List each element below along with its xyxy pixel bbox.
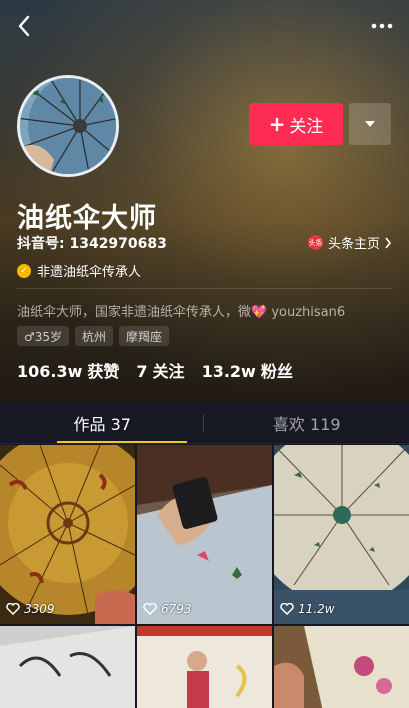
recommend-dropdown-button[interactable] xyxy=(349,103,391,145)
following-count: 7 xyxy=(136,362,148,381)
likes-stat: 106.3w 获赞 xyxy=(17,358,119,382)
verification-text: 非遗油纸伞传承人 xyxy=(37,265,142,280)
video-thumbnail[interactable]: 11.2w xyxy=(274,445,409,624)
chevron-left-icon xyxy=(18,15,30,37)
profile-stats: 106.3w 获赞 7 关注 13.2w 粉丝 xyxy=(17,358,293,382)
video-likes: 3309 xyxy=(6,602,55,616)
back-button[interactable] xyxy=(10,12,38,40)
performer-umbrella-thumbnail-image xyxy=(137,626,272,708)
following-label: 关注 xyxy=(152,362,185,381)
more-dots-icon xyxy=(371,23,393,29)
video-likes-count: 6793 xyxy=(161,602,192,616)
follow-button-label: 关注 xyxy=(289,116,324,137)
sparkling-heart-icon: 💖 xyxy=(251,305,268,320)
bio-suffix: youzhisan6 xyxy=(267,305,346,320)
verified-badge-icon: ✓ xyxy=(17,263,31,278)
heart-outline-icon xyxy=(143,603,157,615)
video-likes: 6793 xyxy=(143,602,192,616)
video-thumbnail[interactable]: 6793 xyxy=(137,445,272,624)
fans-stat[interactable]: 13.2w 粉丝 xyxy=(202,358,293,382)
painting-umbrella-thumbnail-image xyxy=(137,445,272,624)
toutiao-logo-icon: 头条 xyxy=(307,235,323,250)
video-likes: 11.2w xyxy=(280,602,335,616)
tag-zodiac: 摩羯座 xyxy=(119,326,170,346)
divider xyxy=(17,288,392,289)
fans-count: 13.2w xyxy=(201,362,256,381)
profile-tags: ♂35岁 杭州 摩羯座 xyxy=(17,326,170,346)
douyin-id: 抖音号: 1342970683 xyxy=(17,236,167,252)
avatar[interactable] xyxy=(17,75,119,177)
heart-outline-icon xyxy=(280,603,294,615)
bio-prefix: 油纸伞大师，国家非遗油纸伞传承人，微 xyxy=(17,305,252,320)
chevron-right-icon xyxy=(385,237,392,248)
umbrella-thumbnail-image xyxy=(0,445,135,624)
following-stat[interactable]: 7 关注 xyxy=(136,358,184,382)
toutiao-link-label: 头条主页 xyxy=(327,237,380,252)
video-thumbnail[interactable] xyxy=(137,626,272,708)
white-umbrella-thumbnail-image xyxy=(274,445,409,624)
umbrella-avatar-image xyxy=(20,78,116,174)
more-options-button[interactable] xyxy=(369,14,395,38)
ink-umbrella-thumbnail-image xyxy=(0,626,135,708)
verification-row: ✓ 非遗油纸伞传承人 xyxy=(17,261,141,280)
plus-icon: + xyxy=(268,112,286,136)
triangle-down-icon xyxy=(365,121,375,127)
video-grid: 3309 6793 11.2w xyxy=(0,445,409,708)
likes-count: 106.3w xyxy=(17,362,83,381)
tag-gender-age: ♂35岁 xyxy=(17,326,70,346)
heart-outline-icon xyxy=(6,603,20,615)
tab-works[interactable]: 作品 37 xyxy=(0,402,205,443)
flower-umbrella-thumbnail-image xyxy=(274,626,409,708)
content-tabs: 作品 37 喜欢 119 xyxy=(0,402,409,444)
fans-label: 粉丝 xyxy=(260,362,293,381)
profile-name: 油纸伞大师 xyxy=(17,203,157,234)
video-likes-count: 11.2w xyxy=(298,602,335,616)
video-thumbnail[interactable]: 3309 xyxy=(0,445,135,624)
video-thumbnail[interactable] xyxy=(0,626,135,708)
toutiao-homepage-link[interactable]: 头条 头条主页 xyxy=(307,233,392,252)
tab-likes[interactable]: 喜欢 119 xyxy=(205,402,409,443)
follow-button[interactable]: + 关注 xyxy=(249,103,343,145)
likes-label: 获赞 xyxy=(87,362,120,381)
tab-separator xyxy=(203,414,204,432)
bio-text: 油纸伞大师，国家非遗油纸伞传承人，微💖 youzhisan6 xyxy=(17,301,345,320)
tag-location: 杭州 xyxy=(75,326,114,346)
video-likes-count: 3309 xyxy=(24,602,55,616)
video-thumbnail[interactable] xyxy=(274,626,409,708)
